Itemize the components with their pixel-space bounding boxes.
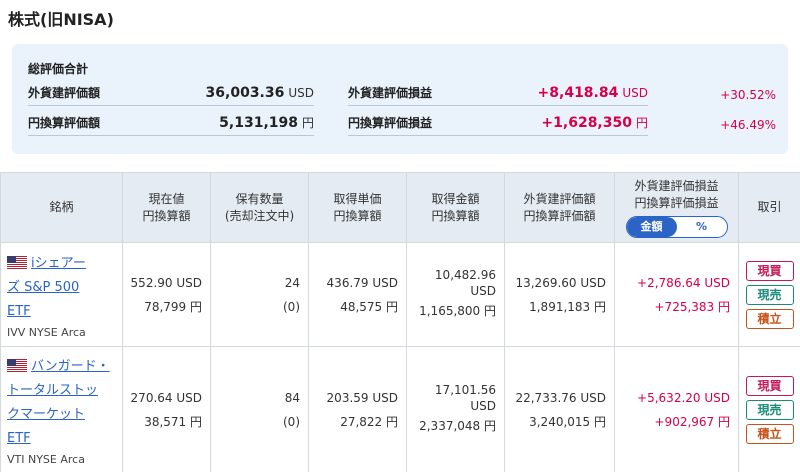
us-flag-icon — [7, 255, 27, 269]
pl-cell: +2,786.64 USD +725,383 円 — [614, 242, 739, 347]
table-row: iシェアー ズ S&P 500 ETF IVV NYSE Arca 552.90… — [0, 242, 800, 347]
holdings-table: 銘柄 現在値 円換算額 保有数量 (売却注文中) 取得単価 円換算額 取得金額 円換算額… — [0, 172, 800, 472]
col-header-price: 現在値 円換算額 — [122, 172, 211, 243]
fund-name-link[interactable]: バンガード・ — [31, 359, 110, 374]
fund-cell: iシェアー ズ S&P 500 ETF IVV NYSE Arca — [0, 242, 123, 347]
foreign-pl-row: 外貨建評価損益 +8,418.84 USD — [348, 80, 648, 106]
page-title: 株式(旧NISA) — [8, 10, 114, 29]
col-header-trade: 取引 — [738, 172, 800, 243]
cost-total-cell: 10,482.96 USD 1,165,800 円 — [406, 242, 505, 347]
summary-panel: 総評価合計 外貨建評価額 36,003.36 USD 円換算評価額 5,131,1… — [12, 44, 788, 154]
price-cell: 270.64 USD 38,571 円 — [122, 346, 211, 472]
fund-name-link[interactable]: iシェアー — [31, 256, 86, 271]
foreign-eval-value: 36,003.36 — [205, 84, 285, 101]
price-cell: 552.90 USD 78,799 円 — [122, 242, 211, 347]
buy-button[interactable]: 現買 — [745, 375, 794, 396]
jpy-pl-label: 円換算評価損益 — [348, 116, 433, 130]
accumulate-button[interactable]: 積立 — [745, 423, 794, 444]
toggle-amount[interactable]: 金額 — [626, 216, 677, 237]
toggle-percent[interactable]: % — [677, 217, 727, 237]
summary-title: 総評価合計 — [28, 62, 89, 76]
foreign-eval-unit: USD — [288, 85, 314, 100]
jpy-eval-value: 5,131,198 — [219, 115, 298, 131]
fund-name-link-line2[interactable]: ズ S&P 500 — [7, 280, 79, 295]
col-header-cost: 取得単価 円換算額 — [308, 172, 407, 243]
foreign-eval-label: 外貨建評価額 — [28, 86, 101, 100]
fund-name-link-line3[interactable]: ETF — [7, 304, 31, 319]
jpy-eval-unit: 円 — [301, 116, 314, 130]
cost-cell: 436.79 USD 48,575 円 — [308, 242, 407, 347]
foreign-pl-value: +8,418.84 — [537, 84, 619, 101]
qty-cell: 24 (0) — [210, 242, 309, 347]
sell-button[interactable]: 現売 — [745, 284, 794, 305]
jpy-pl-value: +1,628,350 — [541, 115, 632, 131]
ticker-label: VTI NYSE Arca — [7, 452, 85, 466]
fund-name-link-line4[interactable]: ETF — [7, 431, 31, 446]
sell-button[interactable]: 現売 — [745, 399, 794, 420]
jpy-pl-pct: +46.49% — [720, 118, 776, 132]
foreign-pl-pct: +30.52% — [720, 88, 776, 102]
cost-cell: 203.59 USD 27,822 円 — [308, 346, 407, 472]
jpy-pl-row: 円換算評価損益 +1,628,350 円 — [348, 110, 648, 136]
ticker-label: IVV NYSE Arca — [7, 325, 86, 339]
table-row: バンガード・ トータルストッ クマーケット ETF VTI NYSE Arca … — [0, 346, 800, 472]
eval-cell: 22,733.76 USD 3,240,015 円 — [504, 346, 615, 472]
buy-button[interactable]: 現買 — [745, 260, 794, 281]
foreign-eval-row: 外貨建評価額 36,003.36 USD — [28, 80, 314, 106]
col-header-cost-total: 取得金額 円換算額 — [406, 172, 505, 243]
pl-display-toggle: 金額 % — [625, 215, 728, 238]
col-header-name: 銘柄 — [0, 172, 123, 243]
qty-cell: 84 (0) — [210, 346, 309, 472]
jpy-eval-label: 円換算評価額 — [28, 116, 101, 130]
foreign-pl-label: 外貨建評価損益 — [348, 86, 433, 100]
foreign-pl-unit: USD — [622, 85, 648, 100]
fund-name-link-line2[interactable]: トータルストッ — [7, 383, 98, 398]
trade-cell: 現買 現売 積立 — [738, 242, 800, 347]
col-header-qty: 保有数量 (売却注文中) — [210, 172, 309, 243]
us-flag-icon — [7, 358, 27, 372]
trade-cell: 現買 現売 積立 — [738, 346, 800, 472]
col-header-eval: 外貨建評価額 円換算評価額 — [504, 172, 615, 243]
fund-cell: バンガード・ トータルストッ クマーケット ETF VTI NYSE Arca — [0, 346, 123, 472]
eval-cell: 13,269.60 USD 1,891,183 円 — [504, 242, 615, 347]
jpy-eval-row: 円換算評価額 5,131,198 円 — [28, 110, 314, 136]
accumulate-button[interactable]: 積立 — [745, 308, 794, 329]
cost-total-cell: 17,101.56 USD 2,337,048 円 — [406, 346, 505, 472]
col-header-pl: 外貨建評価損益 円換算評価損益 金額 % — [614, 172, 739, 243]
jpy-pl-unit: 円 — [635, 116, 648, 130]
fund-name-link-line3[interactable]: クマーケット — [7, 407, 85, 422]
pl-cell: +5,632.20 USD +902,967 円 — [614, 346, 739, 472]
